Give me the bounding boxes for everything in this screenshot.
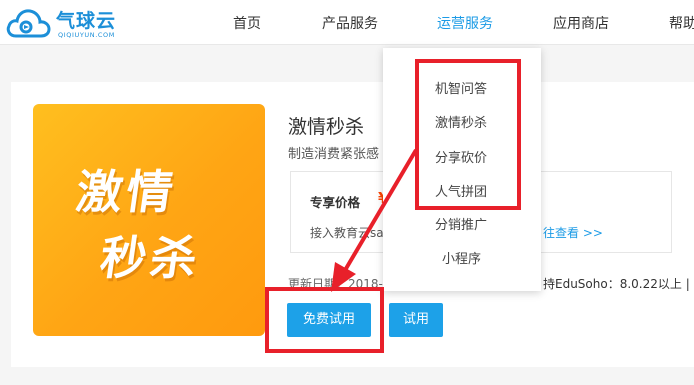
menu-item-mini-program[interactable]: 小程序 — [442, 248, 481, 267]
logo[interactable]: 气球云 QIQIUYUN.COM — [6, 4, 126, 40]
product-title: 激情秒杀 — [288, 116, 365, 138]
version-requirement: 持EduSoho：8.0.22以上 | — [543, 277, 690, 291]
thumbnail-text-line-2: 秒杀 — [96, 231, 205, 285]
price-label: 专享价格 — [310, 195, 361, 210]
thumbnail-text-line-1: 激情 — [72, 165, 181, 219]
product-description: 制造消费紧张感 — [288, 147, 380, 162]
annotation-box-button — [265, 287, 384, 353]
menu-item-distribution[interactable]: 分销推广 — [435, 214, 487, 233]
logo-domain: QIQIUYUN.COM — [58, 31, 115, 39]
logo-name: 气球云 — [56, 10, 117, 32]
top-header: 气球云 QIQIUYUN.COM 首页 产品服务 运营服务 应用商店 帮助 — [0, 0, 694, 45]
cloud-logo-icon — [6, 9, 51, 38]
nav-help[interactable]: 帮助 — [669, 13, 694, 33]
nav-home[interactable]: 首页 — [233, 13, 261, 33]
nav-app-store[interactable]: 应用商店 — [553, 13, 609, 33]
nav-products[interactable]: 产品服务 — [322, 13, 378, 33]
product-thumbnail[interactable]: 激情 秒杀 — [33, 104, 265, 336]
nav-operations[interactable]: 运营服务 — [437, 13, 493, 33]
view-details-link[interactable]: 往查看 >> — [543, 224, 603, 241]
trial-button[interactable]: 试用 — [389, 303, 443, 337]
annotation-box-menu — [415, 59, 521, 210]
